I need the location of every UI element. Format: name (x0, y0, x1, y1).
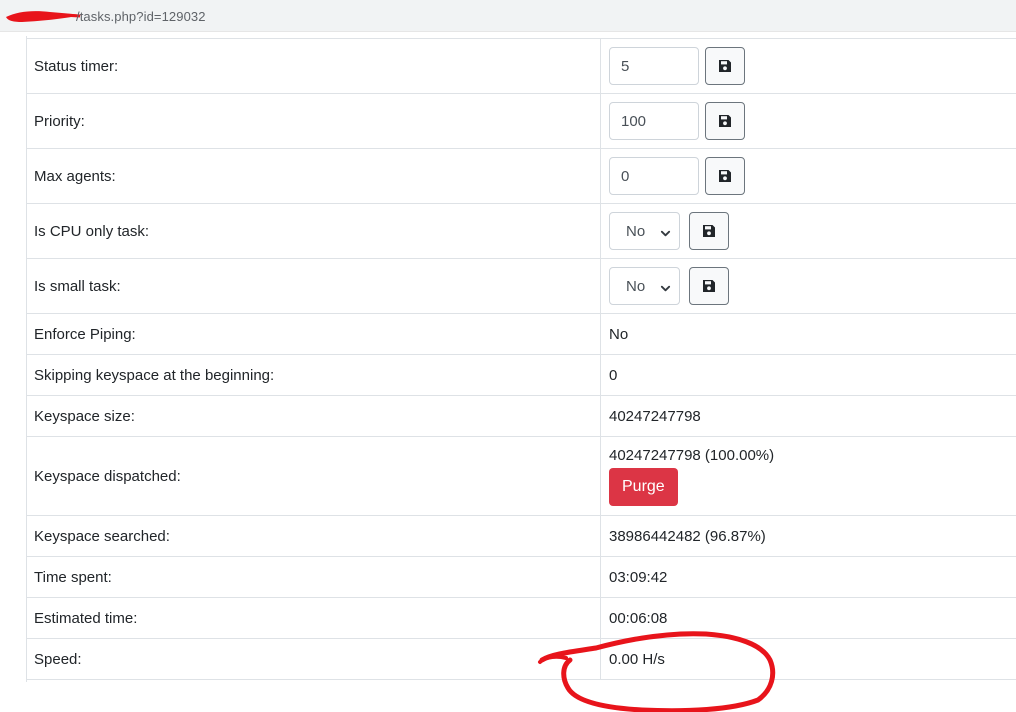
row-value: 40247247798 (609, 407, 701, 425)
table-row: Keyspace dispatched: 40247247798 (100.00%… (26, 436, 1016, 516)
table-row: Speed: 0.00 H/s (26, 638, 1016, 680)
select-value: No (626, 277, 646, 295)
row-label: Status timer: (26, 38, 601, 94)
row-label: Keyspace size: (26, 395, 601, 437)
table-row: Is small task: No (26, 258, 1016, 314)
url-text: /tasks.php?id=129032 (76, 9, 206, 24)
save-button[interactable] (705, 47, 745, 85)
row-value-cell: 38986442482 (96.87%) (600, 515, 1016, 557)
row-value-cell (600, 148, 1016, 204)
row-value-cell: No (600, 258, 1016, 314)
purge-button[interactable]: Purge (609, 467, 678, 506)
table-row: Is CPU only task: No (26, 203, 1016, 259)
chevron-down-icon (660, 226, 671, 243)
table-row: Max agents: (26, 148, 1016, 204)
row-label: Skipping keyspace at the beginning: (26, 354, 601, 396)
row-value: 40247247798 (100.00%) (609, 446, 775, 464)
table-row: Status timer: (26, 38, 1016, 94)
row-label: Priority: (26, 93, 601, 149)
address-bar[interactable]: /tasks.php?id=129032 (0, 0, 1016, 32)
save-button[interactable] (705, 157, 745, 195)
row-value-cell: 0 (600, 354, 1016, 396)
row-label: Enforce Piping: (26, 313, 601, 355)
row-value-cell: 40247247798 (600, 395, 1016, 437)
value-input[interactable] (609, 47, 699, 85)
save-button[interactable] (705, 102, 745, 140)
value-input[interactable] (609, 102, 699, 140)
row-value-cell: No (600, 203, 1016, 259)
table-row: Skipping keyspace at the beginning: 0 (26, 354, 1016, 396)
left-gutter (0, 36, 26, 686)
row-value: 03:09:42 (609, 568, 668, 586)
row-label: Time spent: (26, 556, 601, 598)
row-label: Is small task: (26, 258, 601, 314)
floppy-disk-icon (702, 224, 716, 238)
yes-no-select[interactable]: No (609, 267, 680, 305)
select-value: No (626, 222, 646, 240)
save-button[interactable] (689, 267, 729, 305)
chevron-down-icon (660, 281, 671, 298)
row-value: No (609, 325, 629, 343)
row-value: 00:06:08 (609, 609, 668, 627)
floppy-disk-icon (718, 114, 732, 128)
row-label: Max agents: (26, 148, 601, 204)
value-input[interactable] (609, 157, 699, 195)
row-value-cell: No (600, 313, 1016, 355)
row-label: Estimated time: (26, 597, 601, 639)
row-value-cell: 00:06:08 (600, 597, 1016, 639)
yes-no-select[interactable]: No (609, 212, 680, 250)
row-value-cell (600, 38, 1016, 94)
row-value: 0.00 H/s (609, 650, 665, 668)
redaction-scribble (6, 11, 82, 22)
table-row: Keyspace size: 40247247798 (26, 395, 1016, 437)
save-button[interactable] (689, 212, 729, 250)
row-label: Keyspace searched: (26, 515, 601, 557)
table-row: Estimated time: 00:06:08 (26, 597, 1016, 639)
row-label: Keyspace dispatched: (26, 436, 601, 516)
floppy-disk-icon (718, 169, 732, 183)
table-row: Priority: (26, 93, 1016, 149)
task-details-table: Status timer:Priority:Max agents:Is CPU … (26, 38, 1016, 680)
floppy-disk-icon (702, 279, 716, 293)
row-value: 0 (609, 366, 618, 384)
row-value-cell: 03:09:42 (600, 556, 1016, 598)
row-value: 38986442482 (96.87%) (609, 527, 766, 545)
table-row: Time spent: 03:09:42 (26, 556, 1016, 598)
floppy-disk-icon (718, 59, 732, 73)
row-value-cell (600, 93, 1016, 149)
row-label: Speed: (26, 638, 601, 680)
row-label: Is CPU only task: (26, 203, 601, 259)
table-row: Enforce Piping: No (26, 313, 1016, 355)
row-value-cell: 40247247798 (100.00%) Purge (600, 436, 1016, 516)
row-value-cell: 0.00 H/s (600, 638, 1016, 680)
table-row: Keyspace searched: 38986442482 (96.87%) (26, 515, 1016, 557)
